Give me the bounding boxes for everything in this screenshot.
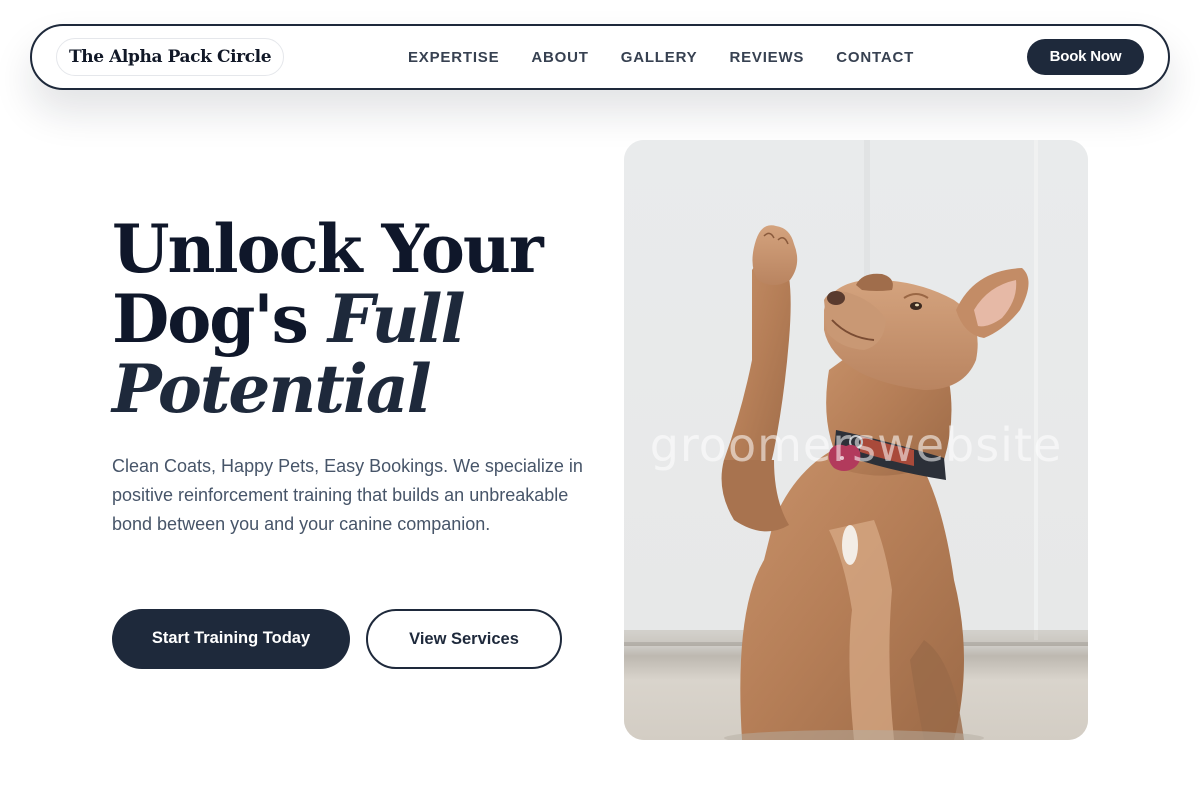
book-now-button[interactable]: Book Now [1027, 39, 1144, 75]
hero-title-line3-italic: Potential [112, 350, 432, 428]
nav-link-expertise[interactable]: EXPERTISE [408, 49, 499, 66]
brand-logo[interactable]: The Alpha Pack Circle [56, 38, 285, 76]
nav-links: EXPERTISE ABOUT GALLERY REVIEWS CONTACT [408, 26, 914, 88]
hero-title: Unlock Your Dog's Full Potential [112, 214, 592, 424]
nav-link-contact[interactable]: CONTACT [836, 49, 914, 66]
hero-title-line1: Unlock Your [112, 210, 544, 288]
nav-link-reviews[interactable]: REVIEWS [729, 49, 804, 66]
hero-dog-image: groomerswebsite [624, 140, 1088, 740]
dog-illustration [624, 140, 1088, 740]
top-navbar: The Alpha Pack Circle EXPERTISE ABOUT GA… [30, 24, 1170, 90]
nav-link-about[interactable]: ABOUT [531, 49, 588, 66]
hero-title-line2-plain: Dog's [112, 280, 328, 358]
nav-link-gallery[interactable]: GALLERY [621, 49, 698, 66]
view-services-button[interactable]: View Services [366, 609, 562, 669]
hero-subtitle: Clean Coats, Happy Pets, Easy Bookings. … [112, 456, 583, 534]
start-training-button[interactable]: Start Training Today [112, 609, 350, 669]
hero-title-line2-italic: Full [327, 280, 466, 358]
